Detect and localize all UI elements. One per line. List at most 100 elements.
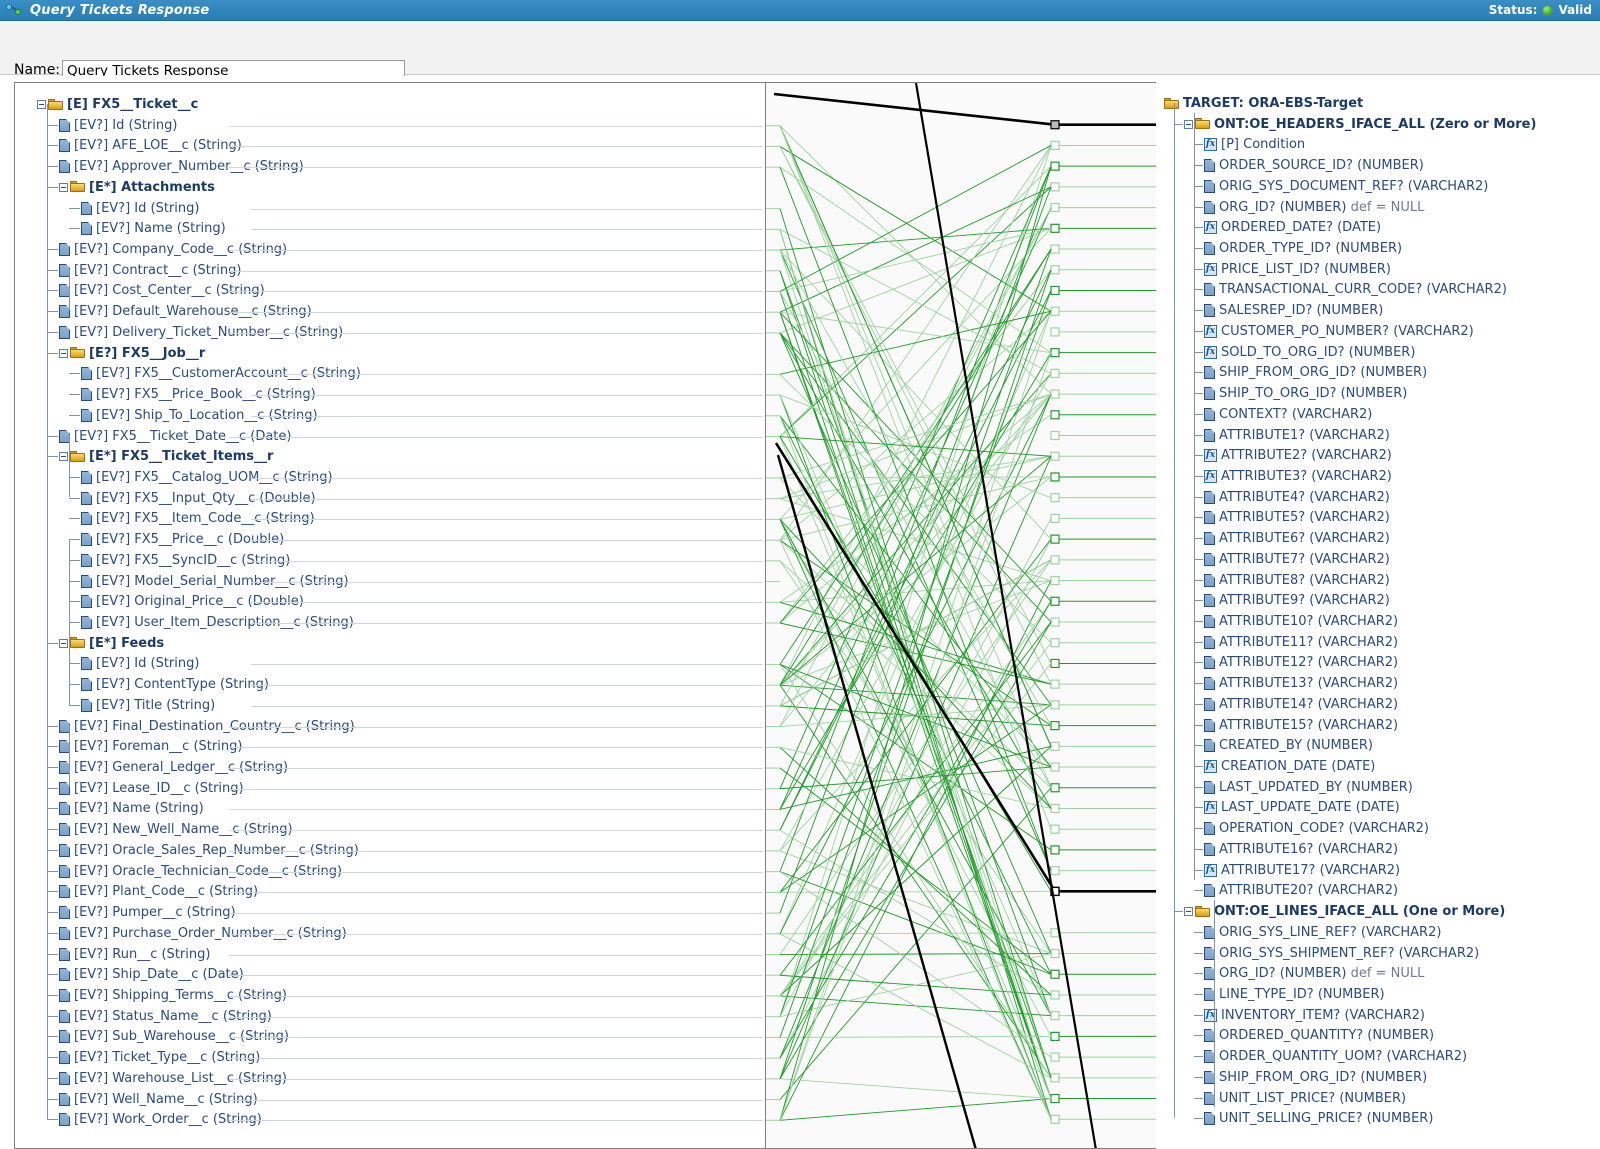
tree-node[interactable]: ORDER_TYPE_ID? (NUMBER) xyxy=(1204,238,1402,259)
tree-node[interactable]: [EV?] Foreman__c (String) xyxy=(59,736,242,757)
tree-node[interactable]: [EV?] Run__c (String) xyxy=(59,944,210,965)
tree-node[interactable]: ATTRIBUTE12? (VARCHAR2) xyxy=(1204,652,1398,673)
tree-node[interactable]: TRANSACTIONAL_CURR_CODE? (VARCHAR2) xyxy=(1204,279,1507,300)
expander-icon[interactable] xyxy=(59,182,68,192)
tree-node[interactable]: ATTRIBUTE7? (VARCHAR2) xyxy=(1204,549,1390,570)
tree-node[interactable]: OPERATION_CODE? (VARCHAR2) xyxy=(1204,818,1429,839)
tree-node[interactable]: [EV?] Name (String) xyxy=(59,798,204,819)
tree-node[interactable]: LAST_UPDATED_BY (NUMBER) xyxy=(1204,777,1413,798)
tree-node[interactable]: LINE_TYPE_ID? (NUMBER) xyxy=(1204,984,1385,1005)
tree-node[interactable]: CREATION_DATE (DATE) xyxy=(1204,756,1375,777)
expander-icon[interactable] xyxy=(1184,907,1193,917)
connector-canvas[interactable] xyxy=(766,82,1156,1149)
tree-node[interactable]: ATTRIBUTE10? (VARCHAR2) xyxy=(1204,611,1398,632)
tree-node[interactable]: [E*] Feeds xyxy=(59,633,164,654)
tree-node[interactable]: ATTRIBUTE20? (VARCHAR2) xyxy=(1204,880,1398,901)
tree-node[interactable]: ATTRIBUTE15? (VARCHAR2) xyxy=(1204,715,1398,736)
expander-icon[interactable] xyxy=(59,638,68,648)
tree-node[interactable]: [E*] Attachments xyxy=(59,177,215,198)
tree-node[interactable]: ATTRIBUTE2? (VARCHAR2) xyxy=(1204,445,1392,466)
tree-node[interactable]: [E] FX5__Ticket__c xyxy=(37,94,198,115)
tree-node[interactable]: ORIG_SYS_SHIPMENT_REF? (VARCHAR2) xyxy=(1204,943,1479,964)
tree-node[interactable]: [E?] FX5__Job__r xyxy=(59,343,205,364)
tree-node[interactable]: [EV?] Pumper__c (String) xyxy=(59,902,236,923)
tree-guide xyxy=(1194,1076,1203,1078)
tree-node[interactable]: SALESREP_ID? (NUMBER) xyxy=(1204,300,1383,321)
tree-guide xyxy=(1194,289,1203,291)
tree-node[interactable]: PRICE_LIST_ID? (NUMBER) xyxy=(1204,259,1391,280)
tree-node[interactable]: SOLD_TO_ORG_ID? (NUMBER) xyxy=(1204,342,1415,363)
row-connector-line xyxy=(229,1078,763,1080)
tree-node[interactable]: [EV?] AFE_LOE__c (String) xyxy=(59,135,242,156)
tree-node-label: SOLD_TO_ORG_ID? (NUMBER) xyxy=(1221,344,1416,360)
tree-node[interactable]: SHIP_FROM_ORG_ID? (NUMBER) xyxy=(1204,362,1427,383)
tree-node[interactable]: [EV?] Contract__c (String) xyxy=(59,260,241,281)
tree-node[interactable]: [EV?] Name (String) xyxy=(81,218,226,239)
tree-node[interactable]: ORIG_SYS_DOCUMENT_REF? (VARCHAR2) xyxy=(1204,176,1488,197)
tree-guide xyxy=(1194,434,1203,436)
tree-node[interactable]: [EV?] Lease_ID__c (String) xyxy=(59,778,244,799)
tree-node[interactable]: INVENTORY_ITEM? (VARCHAR2) xyxy=(1204,1005,1425,1026)
tree-node[interactable]: ATTRIBUTE14? (VARCHAR2) xyxy=(1204,694,1398,715)
tree-node[interactable]: UNIT_SELLING_PRICE? (NUMBER) xyxy=(1204,1108,1433,1129)
expander-icon[interactable] xyxy=(37,100,46,109)
field-icon xyxy=(81,574,92,588)
tree-node-label: [EV?] AFE_LOE__c (String) xyxy=(74,138,242,154)
tree-node[interactable]: [EV?] Id (String) xyxy=(59,115,177,136)
mapping-stage: [E] FX5__Ticket__c [EV?] Id (String) [EV?]… xyxy=(0,76,1600,1149)
tree-node[interactable]: UNIT_LIST_PRICE? (NUMBER) xyxy=(1204,1088,1406,1109)
tree-guide xyxy=(47,352,58,354)
tree-node[interactable]: ORDERED_QUANTITY? (NUMBER) xyxy=(1204,1025,1434,1046)
tree-node[interactable]: ATTRIBUTE13? (VARCHAR2) xyxy=(1204,673,1398,694)
tree-node[interactable]: ORG_ID? (NUMBER) def = NULL xyxy=(1204,963,1424,984)
function-icon xyxy=(1204,262,1217,276)
tree-guide xyxy=(1194,330,1203,332)
tree-node[interactable]: CONTEXT? (VARCHAR2) xyxy=(1204,404,1372,425)
tree-node[interactable]: ORDER_SOURCE_ID? (NUMBER) xyxy=(1204,155,1424,176)
tree-node[interactable]: LAST_UPDATE_DATE (DATE) xyxy=(1204,797,1400,818)
tree-node[interactable]: TARGET: ORA-EBS-Target xyxy=(1164,93,1363,114)
tree-guide xyxy=(1194,621,1203,622)
function-icon xyxy=(1204,324,1217,338)
tree-node[interactable]: [EV?] Id (String) xyxy=(81,653,199,674)
tree-node[interactable]: ATTRIBUTE8? (VARCHAR2) xyxy=(1204,570,1390,591)
tree-node[interactable]: [EV?] Title (String) xyxy=(81,695,215,716)
tree-node[interactable]: [P] Condition xyxy=(1204,134,1305,155)
tree-node[interactable]: SHIP_FROM_ORG_ID? (NUMBER) xyxy=(1204,1067,1427,1088)
tree-node[interactable]: ATTRIBUTE6? (VARCHAR2) xyxy=(1204,528,1390,549)
tree-node[interactable]: ATTRIBUTE3? (VARCHAR2) xyxy=(1204,466,1392,487)
field-icon xyxy=(59,118,70,132)
tree-node[interactable]: [E*] FX5__Ticket_Items__r xyxy=(59,446,273,467)
expander-icon[interactable] xyxy=(59,348,68,358)
tree-guide xyxy=(69,601,80,603)
expander-icon[interactable] xyxy=(59,452,68,462)
status-indicator-icon xyxy=(1542,4,1554,16)
tree-node[interactable]: [EV?] Well_Name__c (String) xyxy=(59,1089,258,1110)
source-tree-panel[interactable]: [E] FX5__Ticket__c [EV?] Id (String) [EV?]… xyxy=(14,82,766,1149)
tree-node[interactable]: CREATED_BY (NUMBER) xyxy=(1204,735,1373,756)
tree-guide xyxy=(47,912,58,914)
tree-node[interactable]: [EV?] Id (String) xyxy=(81,198,199,219)
tree-node[interactable]: ATTRIBUTE1? (VARCHAR2) xyxy=(1204,425,1390,446)
tree-node[interactable]: SHIP_TO_ORG_ID? (NUMBER) xyxy=(1204,383,1407,404)
tree-node[interactable]: ONT:OE_HEADERS_IFACE_ALL (Zero or More) xyxy=(1184,114,1536,135)
tree-node[interactable]: ATTRIBUTE9? (VARCHAR2) xyxy=(1204,590,1390,611)
tree-node[interactable]: ONT:OE_LINES_IFACE_ALL (One or More) xyxy=(1184,901,1505,922)
tree-node[interactable]: ATTRIBUTE11? (VARCHAR2) xyxy=(1204,632,1398,653)
tree-node[interactable]: ATTRIBUTE17? (VARCHAR2) xyxy=(1204,860,1400,881)
tree-node[interactable]: ATTRIBUTE16? (VARCHAR2) xyxy=(1204,839,1398,860)
field-icon xyxy=(59,843,70,857)
tree-node[interactable]: ORDER_QUANTITY_UOM? (VARCHAR2) xyxy=(1204,1046,1467,1067)
tree-guide xyxy=(69,622,80,623)
tree-node[interactable]: ATTRIBUTE5? (VARCHAR2) xyxy=(1204,507,1390,528)
tree-node[interactable]: ORDERED_DATE? (DATE) xyxy=(1204,217,1381,238)
expander-icon[interactable] xyxy=(1184,119,1193,129)
tree-node[interactable]: [EV?] Ship_Date__c (Date) xyxy=(59,964,244,985)
tree-node[interactable]: ORIG_SYS_LINE_REF? (VARCHAR2) xyxy=(1204,922,1441,943)
tree-node[interactable]: ATTRIBUTE4? (VARCHAR2) xyxy=(1204,487,1390,508)
tree-node[interactable]: [EV?] ContentType (String) xyxy=(81,674,269,695)
tree-guide xyxy=(1194,144,1203,146)
tree-node[interactable]: ORG_ID? (NUMBER) def = NULL xyxy=(1204,197,1424,218)
tree-node[interactable]: CUSTOMER_PO_NUMBER? (VARCHAR2) xyxy=(1204,321,1474,342)
target-tree-panel[interactable]: TARGET: ORA-EBS-Target ONT:OE_HEADERS_IFA… xyxy=(1156,82,1586,1149)
